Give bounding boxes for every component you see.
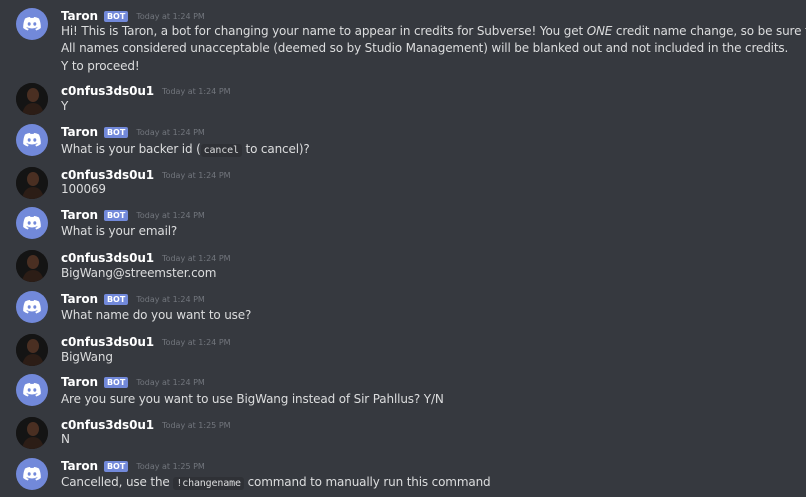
discord-logo-icon <box>23 300 41 314</box>
bot-avatar[interactable] <box>16 291 48 323</box>
message-text: N <box>61 432 70 446</box>
message-text: Hi! This is Taron, a bot for changing yo… <box>61 23 806 39</box>
message-header: c0nfus3ds0u1 Today at 1:24 PM <box>61 250 231 266</box>
text-segment: Cancelled, use the <box>61 475 174 489</box>
inline-code: !changename <box>173 477 244 490</box>
message-text: What name do you want to use? <box>61 308 252 322</box>
text-segment: command to manually run this command <box>243 475 491 489</box>
username[interactable]: Taron <box>61 125 98 139</box>
discord-logo-icon <box>23 216 41 230</box>
username[interactable]: c0nfus3ds0u1 <box>61 84 154 98</box>
timestamp: Today at 1:24 PM <box>162 337 231 347</box>
timestamp: Today at 1:24 PM <box>136 294 205 304</box>
message-header: Taron BOT Today at 1:24 PM <box>61 124 205 140</box>
message-text: 100069 <box>61 182 106 196</box>
message-text: All names considered unacceptable (deeme… <box>61 41 789 55</box>
inline-code: cancel <box>200 144 242 157</box>
discord-logo-icon <box>23 383 41 397</box>
message-header: c0nfus3ds0u1 Today at 1:24 PM <box>61 83 231 99</box>
bot-avatar[interactable] <box>16 374 48 406</box>
bot-badge: BOT <box>103 10 129 22</box>
timestamp: Today at 1:24 PM <box>136 127 205 137</box>
message-header: c0nfus3ds0u1 Today at 1:25 PM <box>61 417 231 433</box>
message-text: Are you sure you want to use BigWang ins… <box>61 392 444 406</box>
emphasis-text: ONE <box>586 24 613 38</box>
user-avatar[interactable] <box>16 334 48 366</box>
chat-messages: Taron BOT Today at 1:24 PM Hi! This is T… <box>0 0 806 497</box>
bot-avatar[interactable] <box>16 207 48 239</box>
username[interactable]: Taron <box>61 292 98 306</box>
message-header: Taron BOT Today at 1:24 PM <box>61 374 205 390</box>
timestamp: Today at 1:24 PM <box>136 11 205 21</box>
user-silhouette-icon <box>16 167 48 199</box>
bot-badge: BOT <box>103 209 129 221</box>
bot-badge: BOT <box>103 293 129 305</box>
message-header: c0nfus3ds0u1 Today at 1:24 PM <box>61 334 231 350</box>
username[interactable]: c0nfus3ds0u1 <box>61 168 154 182</box>
username[interactable]: c0nfus3ds0u1 <box>61 251 154 265</box>
message-header: Taron BOT Today at 1:24 PM <box>61 8 205 24</box>
bot-avatar[interactable] <box>16 458 48 490</box>
username[interactable]: Taron <box>61 9 98 23</box>
user-avatar[interactable] <box>16 167 48 199</box>
message-text: What is your email? <box>61 224 178 238</box>
user-silhouette-icon <box>16 250 48 282</box>
message-header: Taron BOT Today at 1:24 PM <box>61 207 205 223</box>
text-segment: Hi! This is Taron, a bot for changing yo… <box>61 24 587 38</box>
timestamp: Today at 1:24 PM <box>136 210 205 220</box>
timestamp: Today at 1:24 PM <box>162 253 231 263</box>
bot-avatar[interactable] <box>16 8 48 40</box>
username[interactable]: Taron <box>61 375 98 389</box>
message-text: What is your backer id (cancel to cancel… <box>61 141 310 159</box>
username[interactable]: Taron <box>61 459 98 473</box>
user-silhouette-icon <box>16 83 48 115</box>
message-header: Taron BOT Today at 1:24 PM <box>61 291 205 307</box>
timestamp: Today at 1:24 PM <box>136 377 205 387</box>
username[interactable]: c0nfus3ds0u1 <box>61 418 154 432</box>
timestamp: Today at 1:24 PM <box>162 86 231 96</box>
discord-logo-icon <box>23 17 41 31</box>
bot-avatar[interactable] <box>16 124 48 156</box>
message-text: BigWang <box>61 350 113 364</box>
timestamp: Today at 1:25 PM <box>162 420 231 430</box>
username[interactable]: Taron <box>61 208 98 222</box>
message-text: Cancelled, use the !changename command t… <box>61 474 491 492</box>
user-avatar[interactable] <box>16 417 48 449</box>
bot-badge: BOT <box>103 376 129 388</box>
discord-logo-icon <box>23 133 41 147</box>
message-header: Taron BOT Today at 1:25 PM <box>61 458 205 474</box>
bot-badge: BOT <box>103 126 129 138</box>
message-text: Y to proceed! <box>61 59 140 73</box>
timestamp: Today at 1:25 PM <box>136 461 205 471</box>
username[interactable]: c0nfus3ds0u1 <box>61 335 154 349</box>
text-segment: credit name change, so be sure to pick w… <box>615 24 806 38</box>
timestamp: Today at 1:24 PM <box>162 170 231 180</box>
text-segment: to cancel)? <box>241 142 310 156</box>
user-avatar[interactable] <box>16 83 48 115</box>
text-segment: What is your backer id ( <box>61 142 201 156</box>
message-text: BigWang@streemster.com <box>61 266 217 280</box>
bot-badge: BOT <box>103 460 129 472</box>
user-silhouette-icon <box>16 417 48 449</box>
user-avatar[interactable] <box>16 250 48 282</box>
discord-logo-icon <box>23 467 41 481</box>
user-silhouette-icon <box>16 334 48 366</box>
message-text: Y <box>61 99 69 113</box>
